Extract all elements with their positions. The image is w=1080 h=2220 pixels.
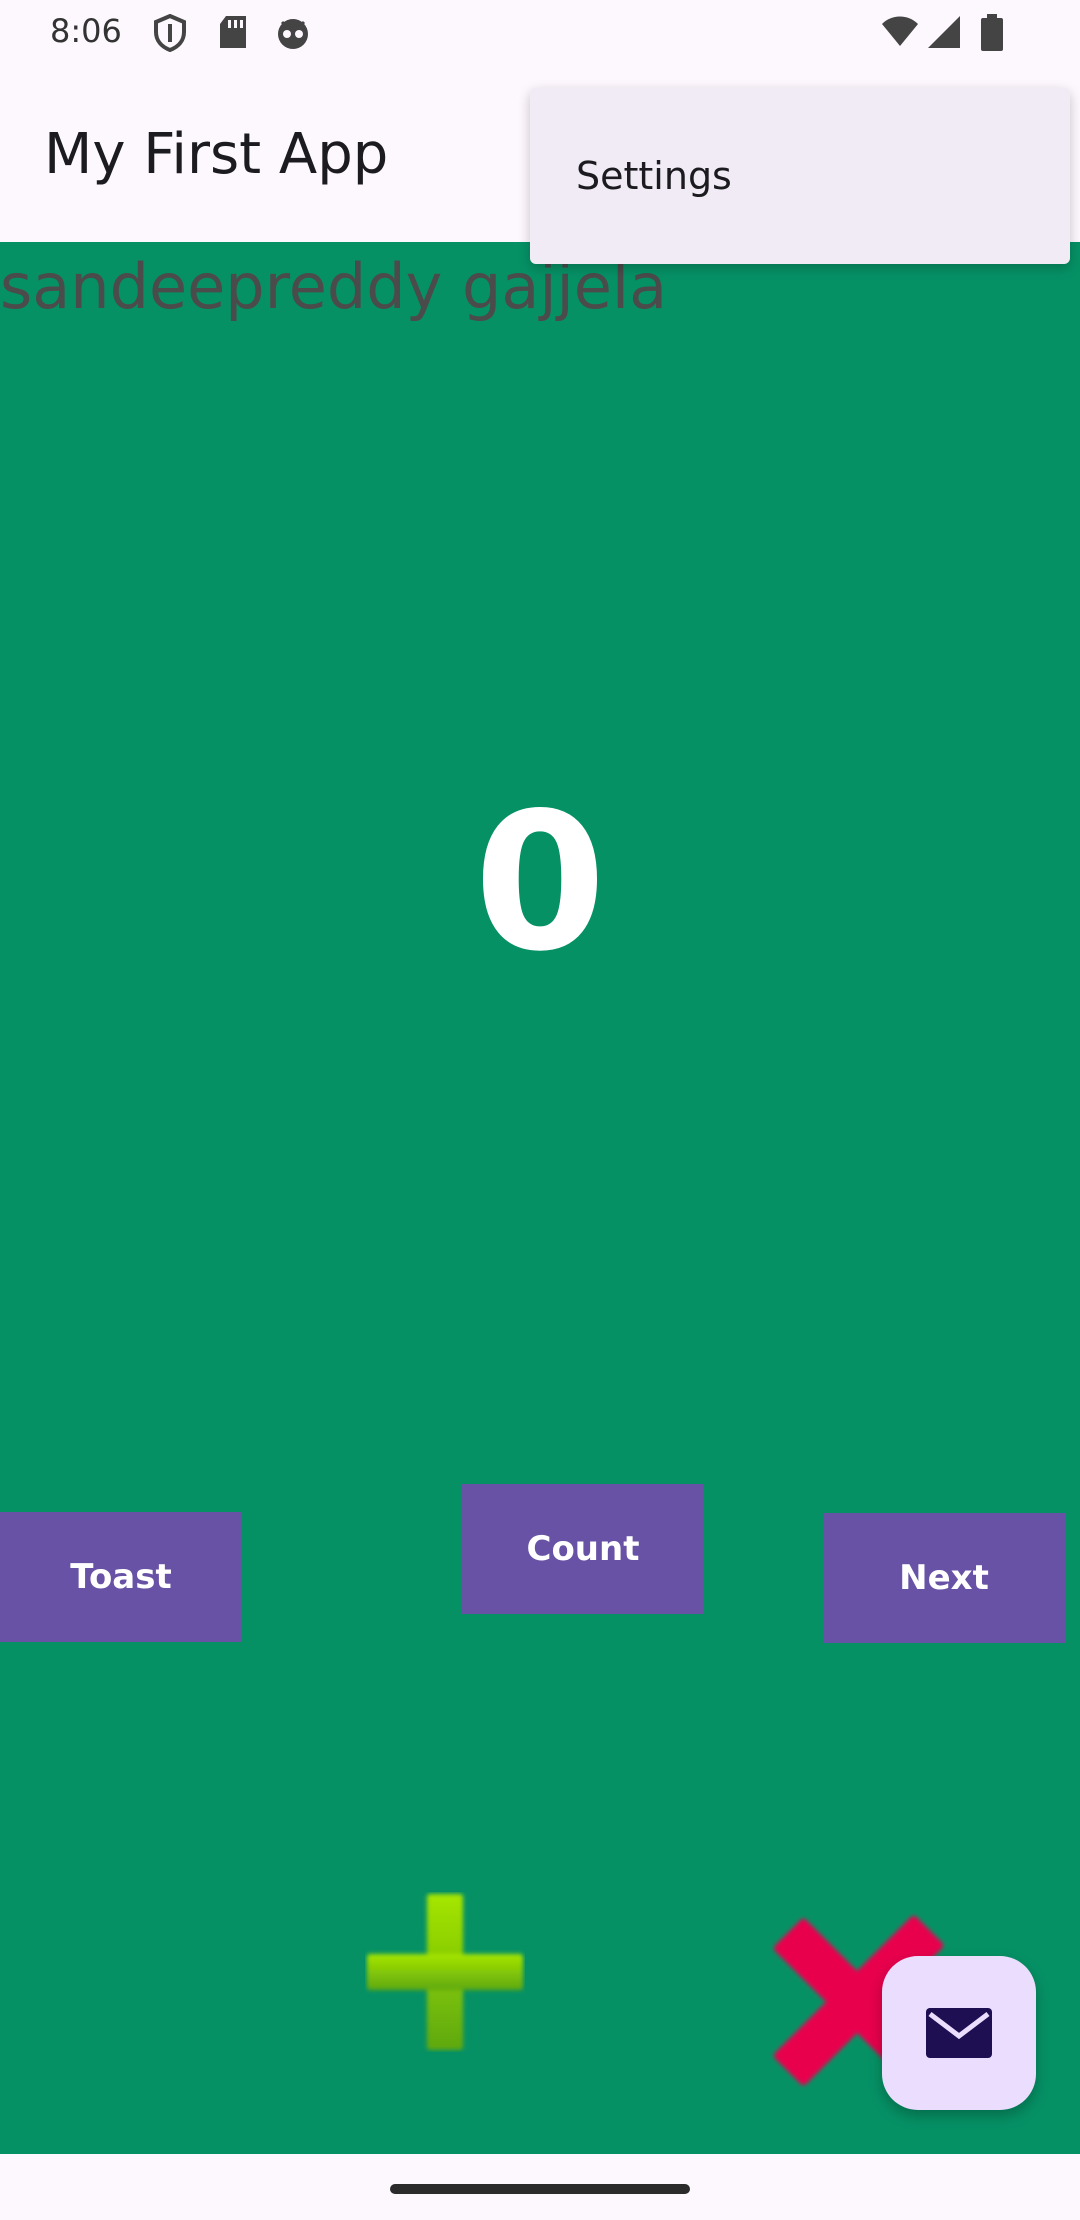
nav-handle[interactable]: [390, 2184, 690, 2194]
count-display: 0: [473, 772, 607, 993]
gesture-nav-bar: [0, 2154, 1080, 2220]
signal-icon: [928, 16, 960, 48]
status-time: 8:06: [50, 12, 122, 50]
main-content: sandeepreddy gajjela 0 Toast Count Next: [0, 242, 1080, 2154]
status-bar: 8:06: [0, 0, 1080, 66]
next-button[interactable]: Next: [823, 1513, 1065, 1643]
app-title: My First App: [44, 122, 389, 187]
sd-card-icon: [220, 16, 246, 48]
shield-icon: [154, 14, 186, 52]
toast-button[interactable]: Toast: [0, 1512, 242, 1642]
wifi-icon: [882, 16, 918, 46]
overflow-menu: Settings: [530, 88, 1070, 264]
menu-item-settings[interactable]: Settings: [576, 154, 732, 198]
battery-icon: [981, 14, 1003, 51]
email-icon: [926, 2008, 992, 2058]
robot-icon: [278, 19, 308, 49]
plus-icon[interactable]: [365, 1892, 525, 2052]
email-fab-button[interactable]: [882, 1956, 1036, 2110]
count-button[interactable]: Count: [462, 1484, 704, 1614]
